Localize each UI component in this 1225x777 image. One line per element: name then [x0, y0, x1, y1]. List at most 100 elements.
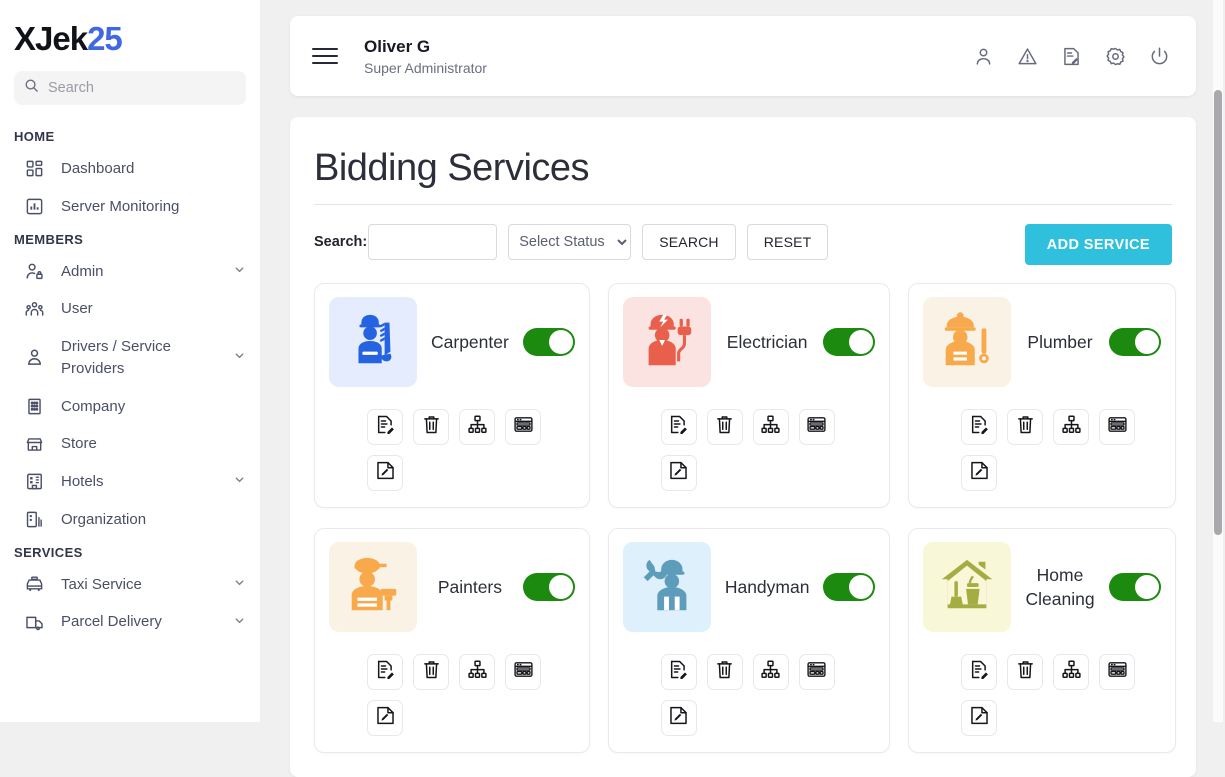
chevron-down-icon[interactable] [233, 576, 246, 593]
delete-trash-button[interactable] [1007, 409, 1043, 445]
subcategory-sitemap-icon [467, 659, 488, 685]
sidebar-item-drivers-service-providers[interactable]: Drivers / Service Providers [0, 328, 260, 388]
chevron-down-icon[interactable] [233, 473, 246, 490]
document-edit-icon[interactable] [1061, 46, 1082, 67]
delete-trash-icon [714, 659, 735, 685]
sidebar-item-admin[interactable]: Admin [0, 253, 260, 291]
form-builder-icon [806, 659, 827, 685]
service-status-toggle[interactable] [523, 328, 575, 356]
form-builder-icon [513, 659, 534, 685]
subcategory-sitemap-button[interactable] [459, 654, 495, 690]
power-icon[interactable] [1149, 46, 1170, 67]
sidebar-item-organization[interactable]: Organization [0, 501, 260, 539]
alert-triangle-icon[interactable] [1017, 46, 1038, 67]
delete-trash-button[interactable] [707, 409, 743, 445]
edit-page-icon [969, 460, 990, 486]
form-builder-button[interactable] [1099, 409, 1135, 445]
subcategory-sitemap-button[interactable] [753, 409, 789, 445]
scrollbar-thumb[interactable] [1214, 90, 1222, 535]
service-card-grid: CarpenterElectricianPlumberPaintersHandy… [314, 283, 1172, 753]
service-card: Carpenter [314, 283, 590, 508]
sidebar-item-server-monitoring[interactable]: Server Monitoring [0, 188, 260, 226]
page-title: Bidding Services [314, 143, 1172, 204]
edit-page-icon [668, 460, 689, 486]
service-status-toggle[interactable] [1109, 328, 1161, 356]
users-group-icon [24, 299, 44, 319]
parcel-icon [24, 612, 44, 632]
sidebar-item-hotels[interactable]: Hotels [0, 463, 260, 501]
edit-page-button[interactable] [961, 700, 997, 736]
reset-button[interactable]: RESET [747, 224, 829, 260]
edit-details-button[interactable] [961, 654, 997, 690]
edit-details-button[interactable] [661, 409, 697, 445]
page-scrollbar[interactable] [1213, 0, 1223, 722]
brand-logo[interactable]: XJek25 [0, 0, 260, 71]
sidebar-item-store[interactable]: Store [0, 425, 260, 463]
form-builder-icon [1107, 659, 1128, 685]
delete-trash-button[interactable] [1007, 654, 1043, 690]
sidebar-item-label: User [61, 298, 246, 320]
edit-details-icon [375, 659, 396, 685]
form-builder-button[interactable] [799, 409, 835, 445]
edit-page-button[interactable] [661, 455, 697, 491]
sidebar-item-user[interactable]: User [0, 290, 260, 328]
sidebar-search-input[interactable]: Search [14, 71, 246, 105]
edit-page-button[interactable] [961, 455, 997, 491]
edit-page-icon [969, 705, 990, 731]
service-status-toggle[interactable] [1109, 573, 1161, 601]
sidebar-item-taxi-service[interactable]: Taxi Service [0, 566, 260, 604]
add-service-button[interactable]: ADD SERVICE [1025, 224, 1172, 265]
edit-page-button[interactable] [367, 700, 403, 736]
service-status-toggle[interactable] [823, 573, 875, 601]
service-name: Handyman [723, 575, 812, 600]
form-builder-button[interactable] [1099, 654, 1135, 690]
chevron-down-icon[interactable] [233, 263, 246, 280]
form-builder-button[interactable] [505, 654, 541, 690]
form-builder-button[interactable] [505, 409, 541, 445]
hamburger-icon[interactable] [312, 48, 338, 65]
service-status-toggle[interactable] [823, 328, 875, 356]
edit-details-button[interactable] [961, 409, 997, 445]
service-illustration-box [923, 297, 1011, 387]
delete-trash-button[interactable] [707, 654, 743, 690]
service-status-toggle[interactable] [523, 573, 575, 601]
service-card-actions [623, 409, 835, 491]
sidebar-item-parcel-delivery[interactable]: Parcel Delivery [0, 603, 260, 641]
search-button[interactable]: SEARCH [642, 224, 736, 260]
carpenter-icon [342, 309, 404, 376]
profile-icon[interactable] [973, 46, 994, 67]
chevron-down-icon[interactable] [233, 614, 246, 631]
subcategory-sitemap-button[interactable] [753, 654, 789, 690]
subcategory-sitemap-button[interactable] [459, 409, 495, 445]
delete-trash-button[interactable] [413, 409, 449, 445]
service-card-header: Handyman [623, 542, 876, 632]
status-select[interactable]: Select StatusActiveInactive [508, 224, 631, 260]
form-builder-button[interactable] [799, 654, 835, 690]
subcategory-sitemap-button[interactable] [1053, 654, 1089, 690]
edit-details-button[interactable] [661, 654, 697, 690]
search-input[interactable] [368, 224, 497, 260]
sidebar-item-label: Taxi Service [61, 574, 216, 596]
chevron-down-icon[interactable] [233, 349, 246, 366]
plumber-icon [936, 309, 998, 376]
edit-page-button[interactable] [367, 455, 403, 491]
sidebar-item-company[interactable]: Company [0, 388, 260, 426]
hamburger-bar [312, 62, 338, 64]
service-card-header: Home Cleaning [923, 542, 1160, 632]
edit-details-button[interactable] [367, 409, 403, 445]
painter-icon [342, 554, 404, 621]
service-card-header: Plumber [923, 297, 1160, 387]
person-icon [24, 348, 44, 368]
service-card: Handyman [608, 528, 891, 753]
delete-trash-button[interactable] [413, 654, 449, 690]
hotel-icon [24, 472, 44, 492]
subcategory-sitemap-button[interactable] [1053, 409, 1089, 445]
delete-trash-icon [1015, 659, 1036, 685]
edit-details-icon [969, 414, 990, 440]
edit-page-button[interactable] [661, 700, 697, 736]
edit-details-button[interactable] [367, 654, 403, 690]
brand-logo-accent: 25 [87, 20, 122, 57]
settings-gear-icon[interactable] [1105, 46, 1126, 67]
subcategory-sitemap-icon [760, 659, 781, 685]
sidebar-item-dashboard[interactable]: Dashboard [0, 150, 260, 188]
